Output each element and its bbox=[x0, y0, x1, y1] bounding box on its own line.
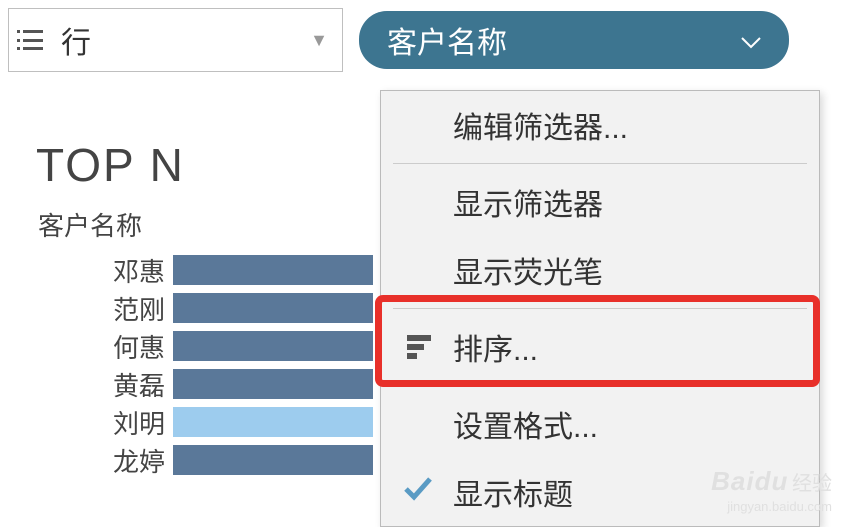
menu-show-filter[interactable]: 显示筛选器 bbox=[381, 168, 819, 236]
menu-separator bbox=[393, 163, 807, 164]
bar bbox=[173, 445, 373, 475]
bar-label: 邓惠 bbox=[8, 252, 173, 289]
field-pill-customer-name[interactable]: 客户名称 bbox=[359, 11, 789, 69]
chart-title: TOP N bbox=[8, 120, 388, 202]
bar bbox=[173, 255, 373, 285]
bar-row[interactable]: 邓惠 bbox=[8, 251, 388, 289]
menu-format[interactable]: 设置格式... bbox=[381, 390, 819, 458]
bar-chart: 邓惠范刚何惠黄磊刘明龙婷 bbox=[8, 251, 388, 479]
bar-label: 黄磊 bbox=[8, 366, 173, 403]
annotation-highlight-box bbox=[375, 295, 820, 387]
rows-label: 行 bbox=[61, 18, 91, 62]
bar-row[interactable]: 范刚 bbox=[8, 289, 388, 327]
pill-label: 客户名称 bbox=[387, 18, 507, 62]
bar-row[interactable]: 何惠 bbox=[8, 327, 388, 365]
check-icon bbox=[403, 475, 433, 509]
menu-item-label: 设置格式... bbox=[453, 402, 598, 446]
bar bbox=[173, 407, 373, 437]
bar-row[interactable]: 龙婷 bbox=[8, 441, 388, 479]
menu-item-label: 显示荧光笔 bbox=[453, 248, 603, 292]
watermark-url: jingyan.baidu.com bbox=[711, 499, 832, 516]
list-icon bbox=[23, 30, 47, 50]
bar-row[interactable]: 刘明 bbox=[8, 403, 388, 441]
menu-item-label: 显示标题 bbox=[453, 470, 573, 514]
menu-item-label: 编辑筛选器... bbox=[453, 103, 628, 147]
axis-label: 客户名称 bbox=[8, 202, 388, 251]
bar bbox=[173, 369, 373, 399]
bar-label: 刘明 bbox=[8, 404, 173, 441]
bar-label: 范刚 bbox=[8, 290, 173, 327]
rows-shelf[interactable]: 行 ▼ bbox=[8, 8, 343, 72]
bar bbox=[173, 293, 373, 323]
chevron-down-icon[interactable] bbox=[741, 23, 761, 57]
menu-item-label: 显示筛选器 bbox=[453, 180, 603, 224]
watermark: Baidu 经验 jingyan.baidu.com bbox=[711, 465, 832, 516]
bar-label: 龙婷 bbox=[8, 442, 173, 479]
chart-panel: TOP N 客户名称 邓惠范刚何惠黄磊刘明龙婷 bbox=[8, 120, 388, 479]
menu-show-highlighter[interactable]: 显示荧光笔 bbox=[381, 236, 819, 304]
chevron-down-icon: ▼ bbox=[310, 30, 328, 51]
watermark-brand: Baidu bbox=[711, 466, 788, 496]
bar-row[interactable]: 黄磊 bbox=[8, 365, 388, 403]
toolbar: 行 ▼ 客户名称 bbox=[0, 0, 844, 80]
watermark-brand-cn: 经验 bbox=[792, 473, 832, 495]
bar-label: 何惠 bbox=[8, 328, 173, 365]
bar bbox=[173, 331, 373, 361]
menu-edit-filter[interactable]: 编辑筛选器... bbox=[381, 91, 819, 159]
